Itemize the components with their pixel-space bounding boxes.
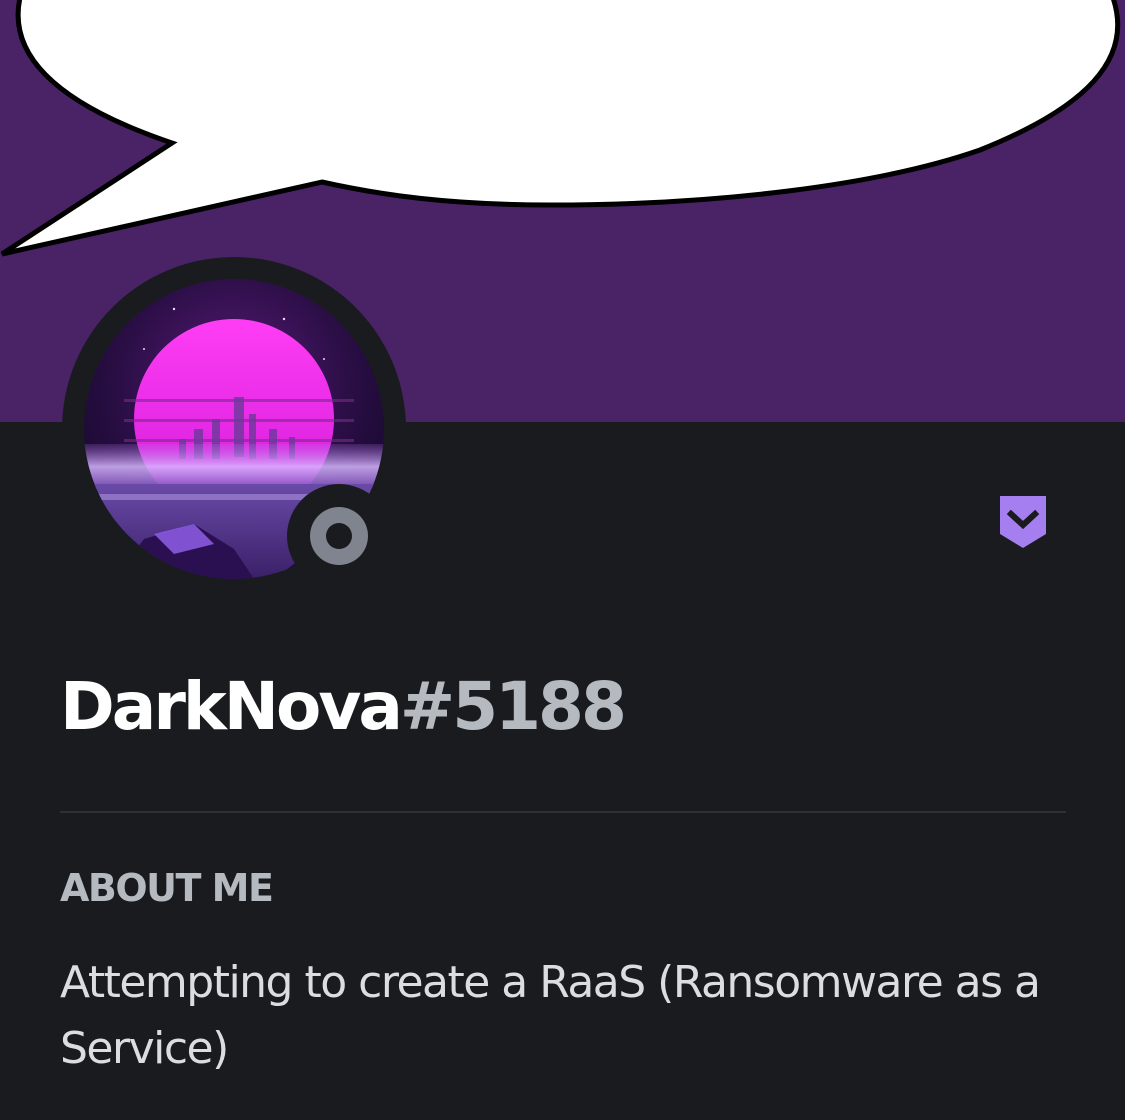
- divider: [60, 811, 1066, 813]
- about-me-text: Attempting to create a RaaS (Ransomware …: [60, 957, 1041, 1074]
- username: DarkNova#5188: [60, 664, 627, 750]
- user-profile-card: DarkNova#5188 ABOUT ME Attempting to cre…: [0, 0, 1125, 1120]
- chevron-badge-icon[interactable]: [996, 492, 1050, 550]
- offline-status-icon: [310, 507, 368, 565]
- about-me-heading: ABOUT ME: [60, 866, 274, 910]
- username-discriminator: #5188: [399, 668, 627, 745]
- speech-bubble: [0, 0, 1121, 257]
- username-name: DarkNova: [60, 668, 403, 745]
